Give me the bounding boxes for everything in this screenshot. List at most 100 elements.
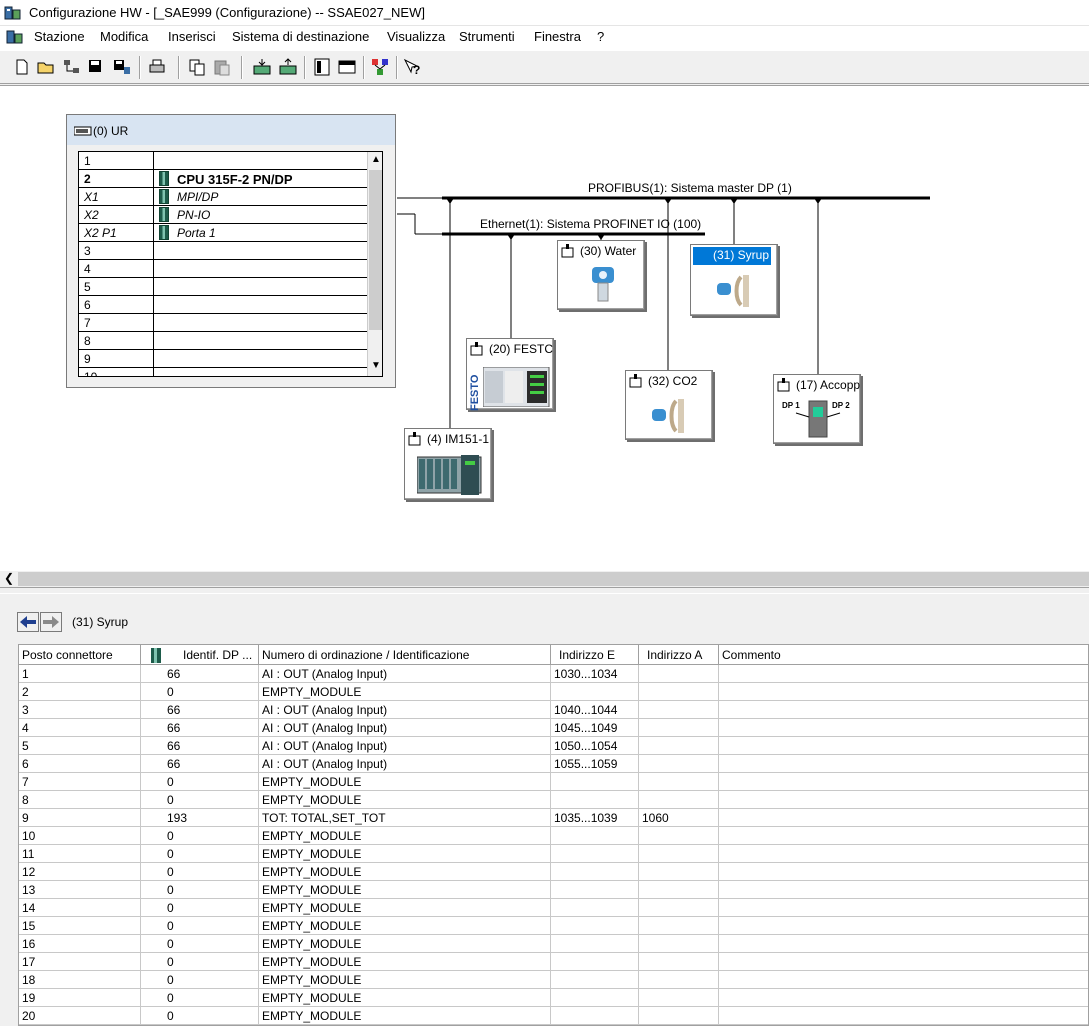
table-cell[interactable]: 66 (141, 737, 259, 755)
table-cell[interactable] (551, 953, 639, 971)
table-cell[interactable] (719, 935, 1088, 953)
table-cell[interactable]: 0 (141, 917, 259, 935)
table-cell[interactable]: 0 (141, 935, 259, 953)
table-cell[interactable] (639, 881, 719, 899)
menu-visualizza[interactable]: Visualizza (386, 29, 446, 44)
table-cell[interactable] (719, 845, 1088, 863)
rack-slot-row[interactable]: 5 (79, 278, 367, 296)
rack-slot-row[interactable]: X2 P1 Porta 1 (79, 224, 367, 242)
table-cell[interactable] (639, 701, 719, 719)
table-cell[interactable]: 1045...1049 (551, 719, 639, 737)
scroll-down-icon[interactable]: ▼ (371, 360, 381, 371)
forward-button[interactable] (40, 612, 62, 632)
table-cell[interactable] (639, 917, 719, 935)
rack-slot-row[interactable]: 3 (79, 242, 367, 260)
table-cell[interactable]: AI : OUT (Analog Input) (259, 665, 551, 683)
table-cell[interactable] (719, 791, 1088, 809)
rack-slot-row[interactable]: 8 (79, 332, 367, 350)
download-icon[interactable] (252, 57, 272, 77)
table-cell[interactable]: 0 (141, 953, 259, 971)
table-cell[interactable]: 0 (141, 827, 259, 845)
table-cell[interactable] (719, 953, 1088, 971)
table-cell[interactable] (719, 917, 1088, 935)
column-header[interactable]: Posto connettore (19, 645, 141, 665)
table-cell[interactable]: EMPTY_MODULE (259, 827, 551, 845)
table-cell[interactable] (639, 863, 719, 881)
table-cell[interactable]: 0 (141, 845, 259, 863)
save-compile-icon[interactable] (112, 57, 132, 77)
back-button[interactable] (17, 612, 39, 632)
table-cell[interactable] (719, 863, 1088, 881)
table-cell[interactable] (551, 791, 639, 809)
table-cell[interactable] (551, 1007, 639, 1025)
table-cell[interactable] (551, 845, 639, 863)
table-cell[interactable]: AI : OUT (Analog Input) (259, 755, 551, 773)
table-cell[interactable]: EMPTY_MODULE (259, 953, 551, 971)
table-cell[interactable] (719, 899, 1088, 917)
table-cell[interactable]: 16 (19, 935, 141, 953)
table-cell[interactable] (551, 917, 639, 935)
table-cell[interactable]: 0 (141, 1007, 259, 1025)
rack-slot-row[interactable]: X1 MPI/DP (79, 188, 367, 206)
device-water[interactable]: (30) Water (557, 240, 645, 310)
table-cell[interactable]: EMPTY_MODULE (259, 791, 551, 809)
scroll-up-icon[interactable]: ▲ (371, 154, 381, 165)
menu-modifica[interactable]: Modifica (99, 29, 149, 44)
table-cell[interactable]: 18 (19, 971, 141, 989)
module-table[interactable]: Posto connettore Identif. DP ... Numero di… (18, 644, 1089, 1026)
table-cell[interactable]: EMPTY_MODULE (259, 917, 551, 935)
table-cell[interactable] (551, 827, 639, 845)
document-system-icon[interactable] (6, 29, 24, 46)
table-cell[interactable]: 5 (19, 737, 141, 755)
device-syrup[interactable]: (31) Syrup (690, 244, 778, 316)
table-cell[interactable] (639, 683, 719, 701)
table-cell[interactable]: 1 (19, 665, 141, 683)
table-cell[interactable]: 0 (141, 863, 259, 881)
table-cell[interactable] (719, 683, 1088, 701)
table-cell[interactable] (719, 827, 1088, 845)
table-cell[interactable]: 66 (141, 755, 259, 773)
table-cell[interactable]: 2 (19, 683, 141, 701)
table-cell[interactable]: 9 (19, 809, 141, 827)
table-cell[interactable] (639, 737, 719, 755)
table-cell[interactable]: 11 (19, 845, 141, 863)
ethernet-label[interactable]: Ethernet(1): Sistema PROFINET IO (100) (480, 217, 701, 231)
station-horizontal-scrollbar[interactable]: ❮ (0, 571, 1089, 587)
table-cell[interactable]: 1035...1039 (551, 809, 639, 827)
table-cell[interactable]: EMPTY_MODULE (259, 773, 551, 791)
catalog-icon[interactable] (312, 57, 332, 77)
table-cell[interactable]: 6 (19, 755, 141, 773)
column-header[interactable]: Indirizzo E (551, 645, 639, 665)
scroll-left-icon[interactable]: ❮ (4, 571, 14, 585)
table-cell[interactable]: 0 (141, 791, 259, 809)
rack-window[interactable]: (0) UR 1 2 CPU 315F-2 PN/DP X1 MPI/DP X2 PN-IO… (66, 114, 396, 388)
table-cell[interactable]: 0 (141, 971, 259, 989)
device-accoppiatore[interactable]: (17) Accopp DP 1 DP 2 (773, 374, 861, 444)
menu-finestra[interactable]: Finestra (533, 29, 582, 44)
network-config-icon[interactable] (370, 57, 390, 77)
table-cell[interactable] (639, 827, 719, 845)
rack-slot-row[interactable]: 6 (79, 296, 367, 314)
table-cell[interactable]: 3 (19, 701, 141, 719)
table-cell[interactable] (719, 971, 1088, 989)
table-cell[interactable]: EMPTY_MODULE (259, 845, 551, 863)
table-cell[interactable] (639, 971, 719, 989)
table-cell[interactable]: AI : OUT (Analog Input) (259, 701, 551, 719)
table-cell[interactable]: 17 (19, 953, 141, 971)
table-cell[interactable]: EMPTY_MODULE (259, 899, 551, 917)
rack-slot-row[interactable]: X2 PN-IO (79, 206, 367, 224)
table-cell[interactable] (639, 899, 719, 917)
table-cell[interactable] (551, 989, 639, 1007)
table-cell[interactable]: EMPTY_MODULE (259, 881, 551, 899)
table-cell[interactable]: TOT: TOTAL,SET_TOT (259, 809, 551, 827)
table-cell[interactable]: 1030...1034 (551, 665, 639, 683)
table-cell[interactable]: 7 (19, 773, 141, 791)
table-cell[interactable]: 20 (19, 1007, 141, 1025)
network-icon[interactable] (62, 57, 82, 77)
open-icon[interactable] (36, 57, 56, 77)
table-cell[interactable]: AI : OUT (Analog Input) (259, 719, 551, 737)
table-cell[interactable] (551, 881, 639, 899)
device-im151[interactable]: (4) IM151-1 (404, 428, 492, 500)
table-cell[interactable] (719, 1007, 1088, 1025)
print-icon[interactable] (147, 57, 167, 77)
